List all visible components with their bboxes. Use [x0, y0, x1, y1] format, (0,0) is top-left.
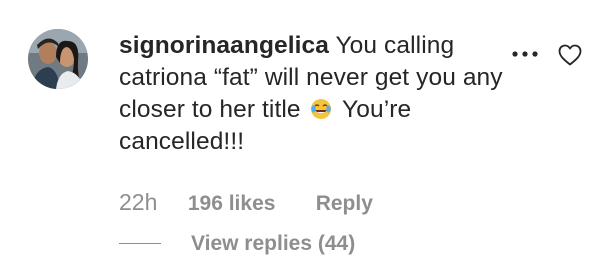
comment-likes-count[interactable]: 196 likes: [188, 190, 310, 218]
comment-body: signorinaangelica You calling catriona “…: [119, 30, 509, 158]
comment-meta: 22h 196 likes Reply: [119, 188, 373, 218]
heart-icon[interactable]: [558, 44, 582, 66]
replies-divider: [119, 243, 161, 244]
view-replies-button[interactable]: View replies (44): [191, 230, 355, 258]
face-with-tears-of-joy-emoji: [310, 99, 331, 119]
avatar-image: [28, 29, 88, 89]
reply-button[interactable]: Reply: [316, 190, 373, 218]
avatar[interactable]: [28, 29, 88, 89]
more-options-icon[interactable]: [511, 49, 539, 59]
comment: signorinaangelica You calling catriona “…: [0, 0, 600, 266]
comment-username[interactable]: signorinaangelica: [119, 32, 329, 59]
comment-timestamp[interactable]: 22h: [119, 188, 182, 216]
